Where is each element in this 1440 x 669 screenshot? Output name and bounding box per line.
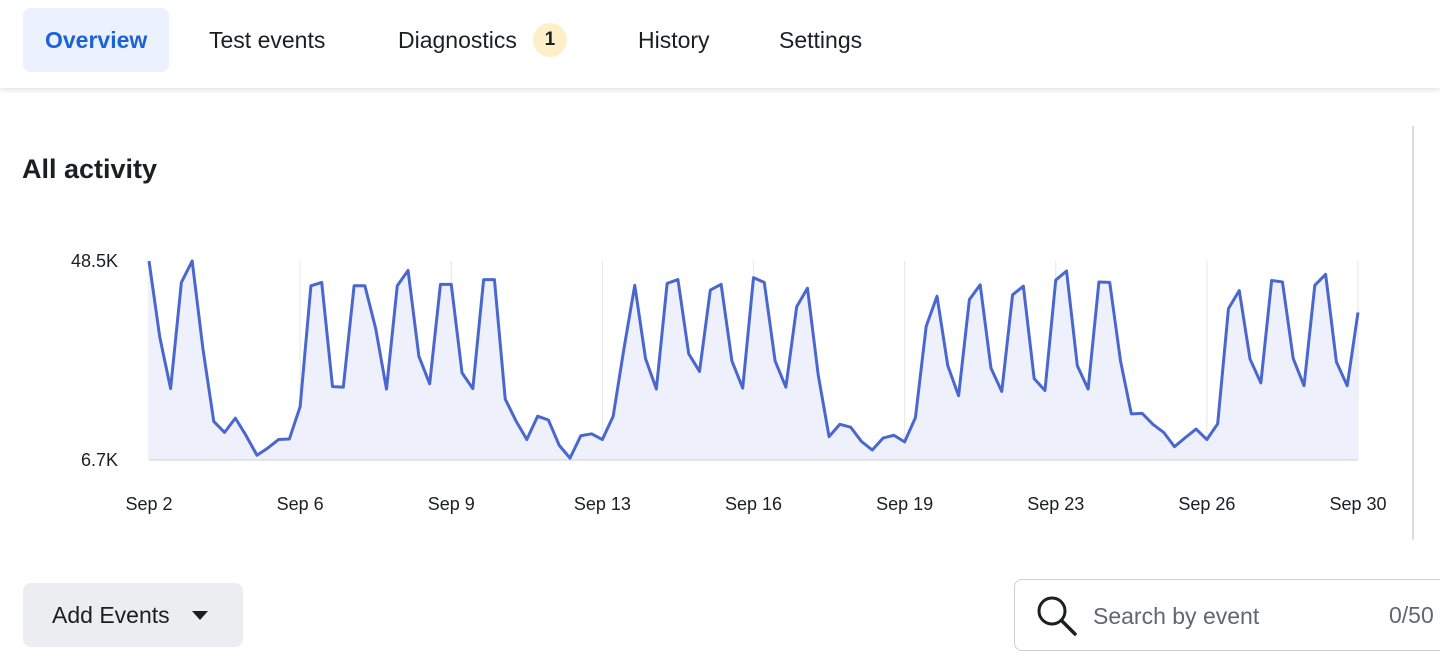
- add-events-label: Add Events: [52, 601, 170, 628]
- x-tick-label: Sep 23: [1027, 494, 1084, 514]
- tab-history-label: History: [638, 26, 710, 53]
- y-tick-label: 48.5K: [71, 251, 118, 271]
- vertical-divider: [1412, 126, 1414, 540]
- tab-diagnostics[interactable]: Diagnostics 1: [398, 8, 567, 72]
- search-icon: [1037, 596, 1077, 636]
- diagnostics-count-badge: 1: [532, 23, 567, 57]
- x-tick-label: Sep 6: [277, 494, 324, 514]
- tab-overview-label: Overview: [45, 26, 148, 53]
- tab-test-events-label: Test events: [209, 26, 326, 53]
- add-events-button[interactable]: Add Events: [23, 583, 243, 647]
- section-title: All activity: [22, 154, 158, 184]
- tab-settings-label: Settings: [779, 26, 863, 53]
- x-tick-label: Sep 16: [725, 494, 782, 514]
- tab-diagnostics-label: Diagnostics: [398, 26, 517, 53]
- x-tick-label: Sep 9: [428, 494, 475, 514]
- y-tick-label: 6.7K: [81, 450, 118, 470]
- tab-settings[interactable]: Settings: [779, 8, 862, 72]
- search-count: 0/50: [1389, 602, 1434, 628]
- x-tick-label: Sep 30: [1329, 494, 1386, 514]
- search-box: 0/50: [1014, 579, 1440, 651]
- caret-down-icon: [191, 610, 208, 620]
- tab-test-events[interactable]: Test events: [209, 8, 325, 72]
- x-tick-label: Sep 26: [1178, 494, 1235, 514]
- activity-chart: Sep 2 Sep 6 Sep 9 Sep 13 Sep 16 Sep 19 Sep 23 S…: [71, 251, 1387, 514]
- x-tick-label: Sep 13: [574, 494, 631, 514]
- tab-bar: Overview Test events Diagnostics 1 Histo…: [0, 0, 1440, 88]
- x-tick-label: Sep 2: [125, 494, 172, 514]
- tab-history[interactable]: History: [638, 8, 710, 72]
- x-tick-label: Sep 19: [876, 494, 933, 514]
- search-input[interactable]: [1093, 596, 1343, 636]
- tab-overview[interactable]: Overview: [23, 8, 170, 72]
